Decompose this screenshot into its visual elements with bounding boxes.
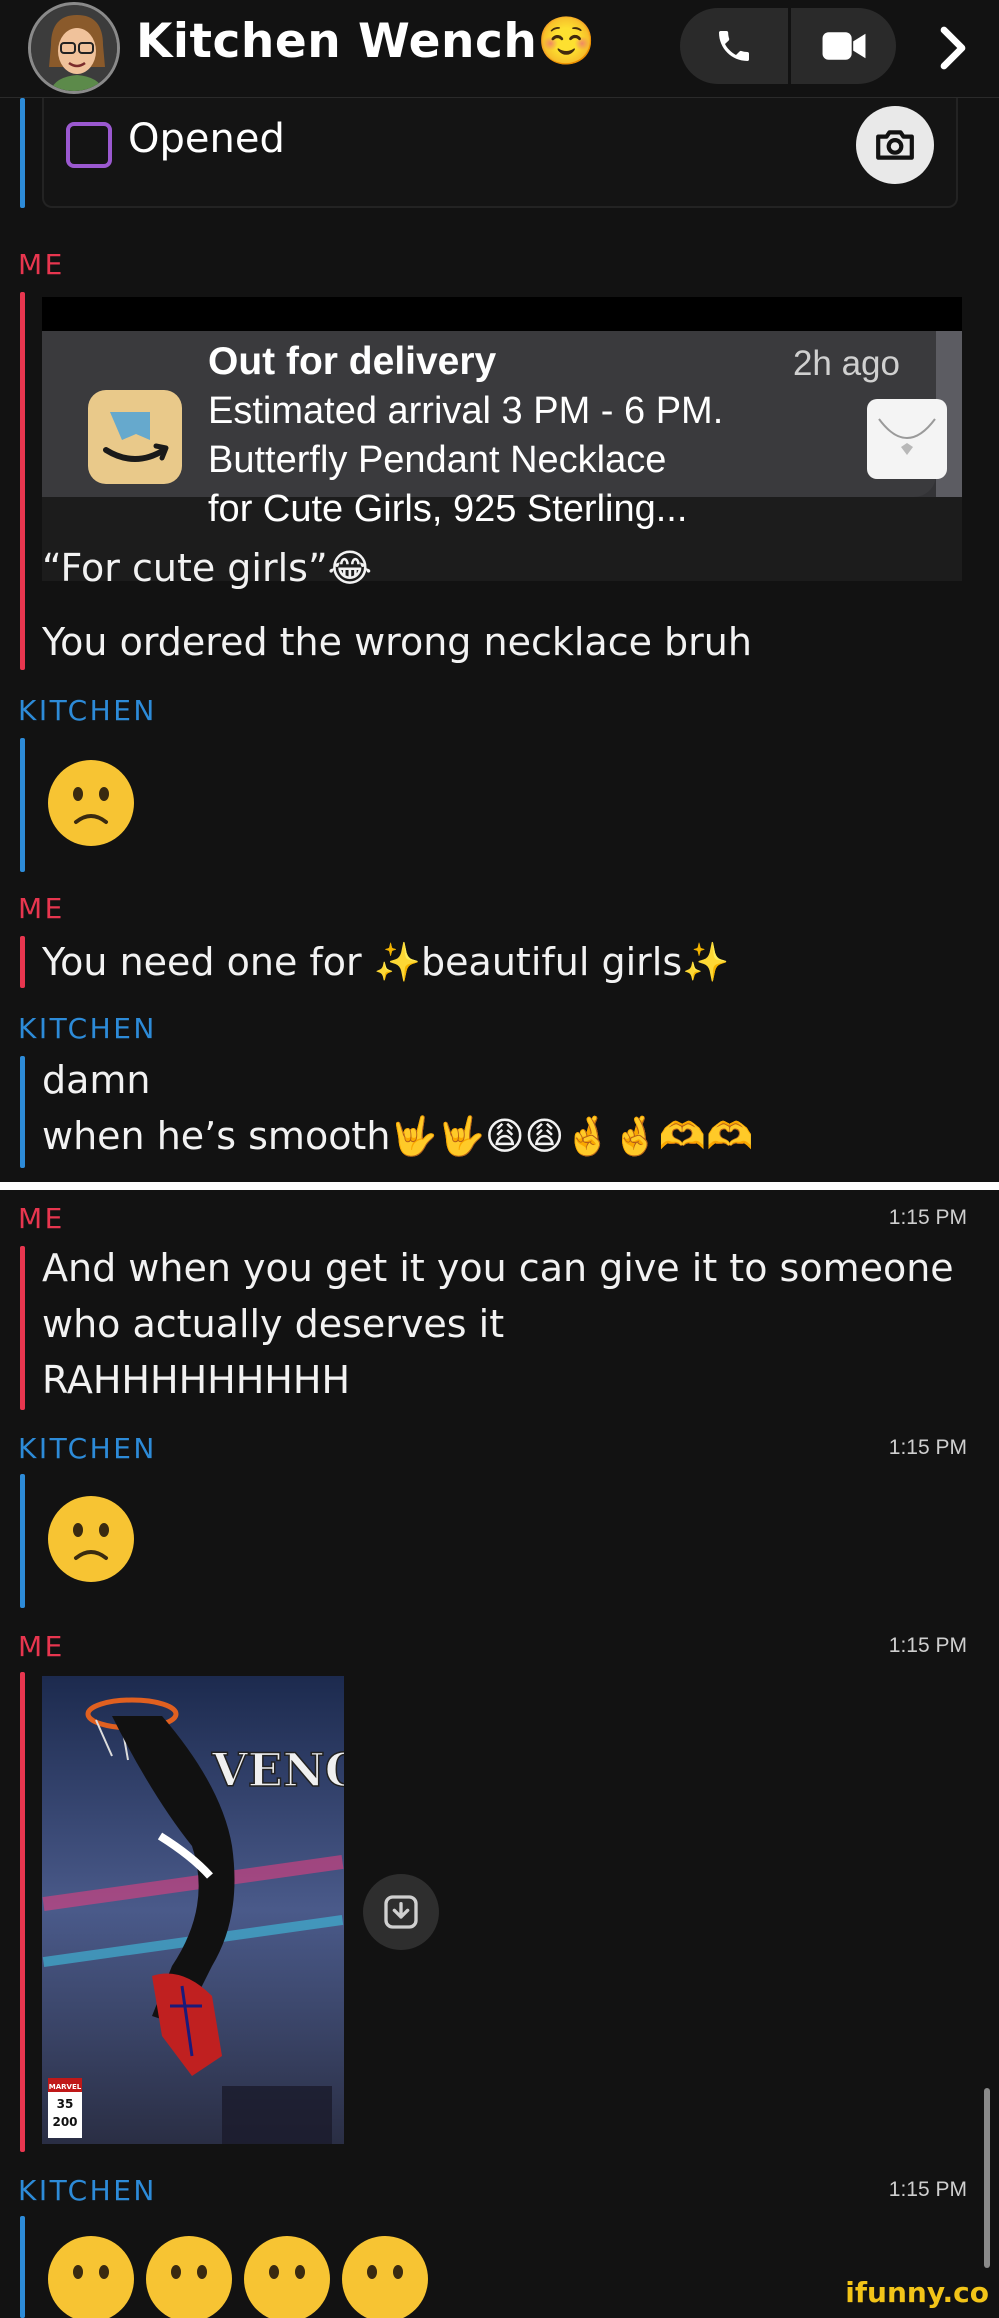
notification-body: Estimated arrival 3 PM - 6 PM. Butterfly…	[208, 387, 808, 534]
chat-title[interactable]: Kitchen Wench☺️	[136, 14, 596, 69]
venom-title-art: VENOM	[211, 1743, 344, 1797]
notification-line: Estimated arrival 3 PM - 6 PM.	[208, 390, 724, 432]
sender-label-kitchen: KITCHEN	[18, 1432, 157, 1465]
message-timestamp: 1:15 PM	[888, 1206, 967, 1229]
kitchen-bar	[20, 98, 25, 208]
chevron-right-button[interactable]	[928, 18, 978, 78]
chevron-right-icon	[940, 26, 966, 70]
message-text: when he’s smooth🤟🤟😩😩🤞🤞🫶🫶	[42, 1114, 754, 1158]
opened-snap-icon	[66, 122, 112, 168]
kitchen-bar	[20, 1056, 25, 1168]
face-without-mouth-icon	[48, 2236, 134, 2318]
phone-icon	[719, 31, 749, 61]
issue-number: 35	[57, 2097, 74, 2111]
chat-title-text: Kitchen Wench	[136, 14, 538, 69]
sender-label-me: ME	[18, 1630, 65, 1663]
download-icon	[384, 1895, 418, 1929]
message-text: RAHHHHHHHHH	[42, 1358, 351, 1402]
opened-status: Opened	[128, 116, 285, 162]
camera-icon	[876, 130, 914, 160]
me-bar	[20, 936, 25, 988]
video-call-button[interactable]	[790, 8, 896, 84]
kitchen-bar	[20, 1474, 25, 1608]
marvel-badge: MARVEL	[49, 2083, 82, 2091]
message-timestamp: 1:15 PM	[888, 1634, 967, 1657]
video-icon	[822, 32, 866, 60]
face-without-mouth-icon	[244, 2236, 330, 2318]
screenshot-separator	[0, 1182, 999, 1190]
message-timestamp: 1:15 PM	[888, 2178, 967, 2201]
message-text: “For cute girls”😂	[42, 546, 373, 590]
message-text: You ordered the wrong necklace bruh	[42, 620, 752, 664]
face-without-mouth-icon	[342, 2236, 428, 2318]
me-bar	[20, 1672, 25, 2152]
slightly-frowning-face-icon	[48, 760, 134, 846]
sender-label-kitchen: KITCHEN	[18, 694, 157, 727]
chat-title-emoji: ☺️	[537, 14, 597, 69]
camera-reply-button[interactable]	[856, 106, 934, 184]
notification-line: Butterfly Pendant Necklace	[208, 439, 667, 481]
venom-comic-image[interactable]: VENOM MARVEL 35 200	[42, 1676, 344, 2144]
kitchen-bar	[20, 2216, 25, 2318]
shared-screenshot[interactable]: Out for delivery 2h ago Estimated arriva…	[42, 297, 962, 581]
kitchen-bar	[20, 738, 25, 872]
scrollbar[interactable]	[984, 2088, 990, 2268]
ifunny-watermark: ifunny.co	[845, 2276, 989, 2309]
message-timestamp: 1:15 PM	[888, 1436, 967, 1459]
message-text: who actually deserves it	[42, 1302, 505, 1346]
save-image-button[interactable]	[363, 1874, 439, 1950]
slightly-frowning-face-icon	[48, 1496, 134, 1582]
message-text: You need one for ✨beautiful girls✨	[42, 940, 730, 984]
sender-label-kitchen: KITCHEN	[18, 1012, 157, 1045]
notification-title: Out for delivery	[208, 340, 497, 383]
message-text: damn	[42, 1058, 151, 1102]
face-without-mouth-icon	[146, 2236, 232, 2318]
notification-line: for Cute Girls, 925 Sterling...	[208, 488, 688, 530]
sender-label-me: ME	[18, 1202, 65, 1235]
sender-label-me: ME	[18, 248, 65, 281]
me-bar	[20, 292, 25, 670]
chat-header: Kitchen Wench☺️	[0, 0, 999, 98]
issue-number-2: 200	[52, 2115, 77, 2129]
avatar[interactable]	[28, 2, 120, 94]
voice-call-button[interactable]	[680, 8, 788, 84]
notification-time: 2h ago	[792, 344, 900, 383]
necklace-thumbnail	[867, 399, 947, 479]
amazon-app-icon	[88, 390, 182, 484]
call-controls	[680, 8, 896, 84]
message-text: And when you get it you can give it to s…	[42, 1246, 954, 1290]
me-bar	[20, 1246, 25, 1410]
sender-label-me: ME	[18, 892, 65, 925]
sender-label-kitchen: KITCHEN	[18, 2174, 157, 2207]
